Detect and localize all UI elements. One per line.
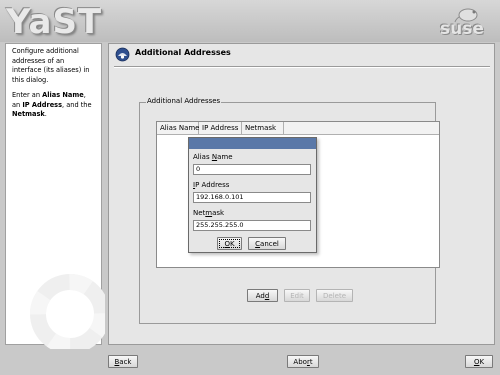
lifebuoy-watermark-icon <box>30 274 105 349</box>
help-panel: Configure additional addresses of an int… <box>5 43 105 349</box>
dialog-ok-button[interactable]: OK <box>217 237 242 250</box>
column-header-alias-name[interactable]: Alias Name <box>157 122 200 134</box>
ok-button[interactable]: OK <box>465 355 493 368</box>
column-header-ip-address[interactable]: IP Address <box>199 122 242 134</box>
suse-logo-text: suse <box>440 19 484 39</box>
yast-logo: YaST <box>6 2 103 42</box>
abort-button[interactable]: Abort <box>287 355 319 368</box>
edit-button[interactable]: Edit <box>284 289 310 302</box>
netmask-label: Netmask <box>193 209 225 217</box>
help-text-2: Enter an Alias Name, an IP Address, and … <box>12 91 92 118</box>
column-header-filler <box>284 122 439 134</box>
alias-name-label: Alias Name <box>193 153 233 161</box>
network-icon <box>115 47 130 62</box>
help-text-1: Configure additional addresses of an int… <box>12 47 90 84</box>
title-divider <box>114 66 490 68</box>
page-title: Additional Addresses <box>135 48 231 57</box>
dialog-titlebar[interactable] <box>189 138 316 149</box>
ip-address-input[interactable]: 192.168.0.101 <box>193 192 311 203</box>
netmask-input[interactable]: 255.255.255.0 <box>193 220 311 231</box>
delete-button[interactable]: Delete <box>316 289 353 302</box>
ip-address-label: IP Address <box>193 181 230 189</box>
group-label: Additional Addresses <box>146 97 222 105</box>
back-button[interactable]: Back <box>108 355 138 368</box>
header-banner: YaST suse <box>0 0 500 42</box>
alias-name-input[interactable]: 0 <box>193 164 311 175</box>
alias-edit-dialog: Alias Name 0 IP Address 192.168.0.101 Ne… <box>188 137 317 253</box>
column-header-netmask[interactable]: Netmask <box>242 122 284 134</box>
table-header: Alias Name IP Address Netmask <box>157 122 439 135</box>
add-button[interactable]: Add <box>247 289 278 302</box>
dialog-cancel-button[interactable]: Cancel <box>248 237 286 250</box>
